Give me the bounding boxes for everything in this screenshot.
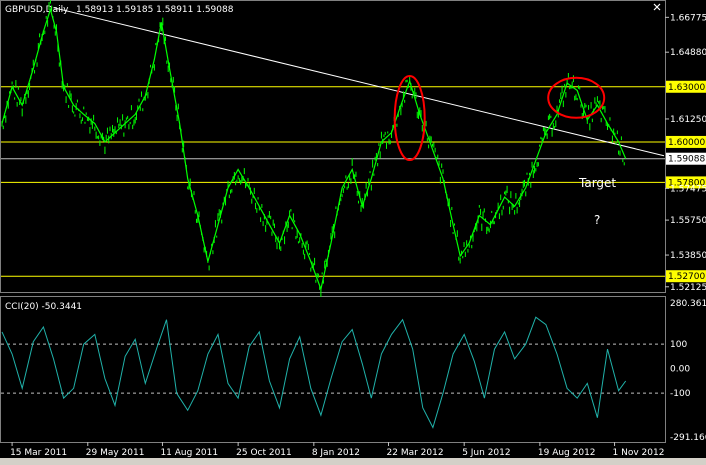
level-tag-label-0: 1.63000 [668, 83, 705, 93]
x-icon[interactable] [651, 1, 663, 13]
level-tag-label-1: 1.60000 [668, 138, 705, 148]
cci-ytick-label-2: 0.00 [670, 365, 690, 375]
chart-canvas[interactable]: GBPUSD,Daily 1.58913 1.59185 1.58911 1.5… [0, 0, 706, 465]
target-annotation: Target [578, 176, 616, 190]
price-ytick-label-6: 1.52125 [670, 283, 706, 293]
price-panel-frame [0, 0, 666, 293]
cci-ytick-label-0: 280.3617 [670, 299, 706, 309]
xtick-label-3: 25 Oct 2011 [236, 448, 292, 458]
xtick-label-2: 11 Aug 2011 [160, 448, 218, 458]
xtick-label-6: 5 Jun 2012 [462, 448, 510, 458]
xtick-label-8: 1 Nov 2012 [613, 448, 665, 458]
price-ytick-label-5: 1.53850 [670, 251, 706, 261]
symbol-title: GBPUSD,Daily [5, 5, 69, 15]
status-strip [0, 458, 706, 465]
price-ytick-label-2: 1.61250 [670, 115, 706, 125]
level-tag-label-4: 1.52700 [668, 272, 705, 282]
level-tag-4: 1.52700 [666, 270, 706, 283]
cci-ytick-label-1: 100 [670, 340, 687, 350]
xtick-label-7: 19 Aug 2012 [538, 448, 596, 458]
xtick-label-5: 22 Mar 2012 [387, 448, 444, 458]
chart-window[interactable]: GBPUSD,Daily 1.58913 1.59185 1.58911 1.5… [0, 0, 706, 465]
xtick-label-0: 15 Mar 2011 [10, 448, 67, 458]
level-tag-2: 1.59088 [666, 152, 706, 165]
cci-title: CCI(20) -50.3441 [5, 302, 82, 312]
cci-ytick-label-3: -100 [670, 389, 691, 399]
cci-ytick-label-4: -291.166 [670, 433, 706, 443]
level-tag-1: 1.60000 [666, 135, 706, 148]
question-annotation: ? [594, 213, 600, 227]
xtick-label-4: 8 Jan 2012 [312, 448, 360, 458]
cci-panel-frame [0, 296, 666, 443]
level-tag-label-2: 1.59088 [668, 155, 705, 165]
price-ytick-label-3: 1.57475 [670, 184, 706, 194]
price-ytick-label-1: 1.64880 [670, 48, 706, 58]
xtick-label-1: 29 May 2011 [86, 448, 145, 458]
price-ytick-label-0: 1.66775 [670, 13, 706, 23]
ohlc-readout: 1.58913 1.59185 1.58911 1.59088 [76, 5, 234, 15]
price-ytick-label-4: 1.55750 [670, 216, 706, 226]
level-tag-0: 1.63000 [666, 80, 706, 93]
